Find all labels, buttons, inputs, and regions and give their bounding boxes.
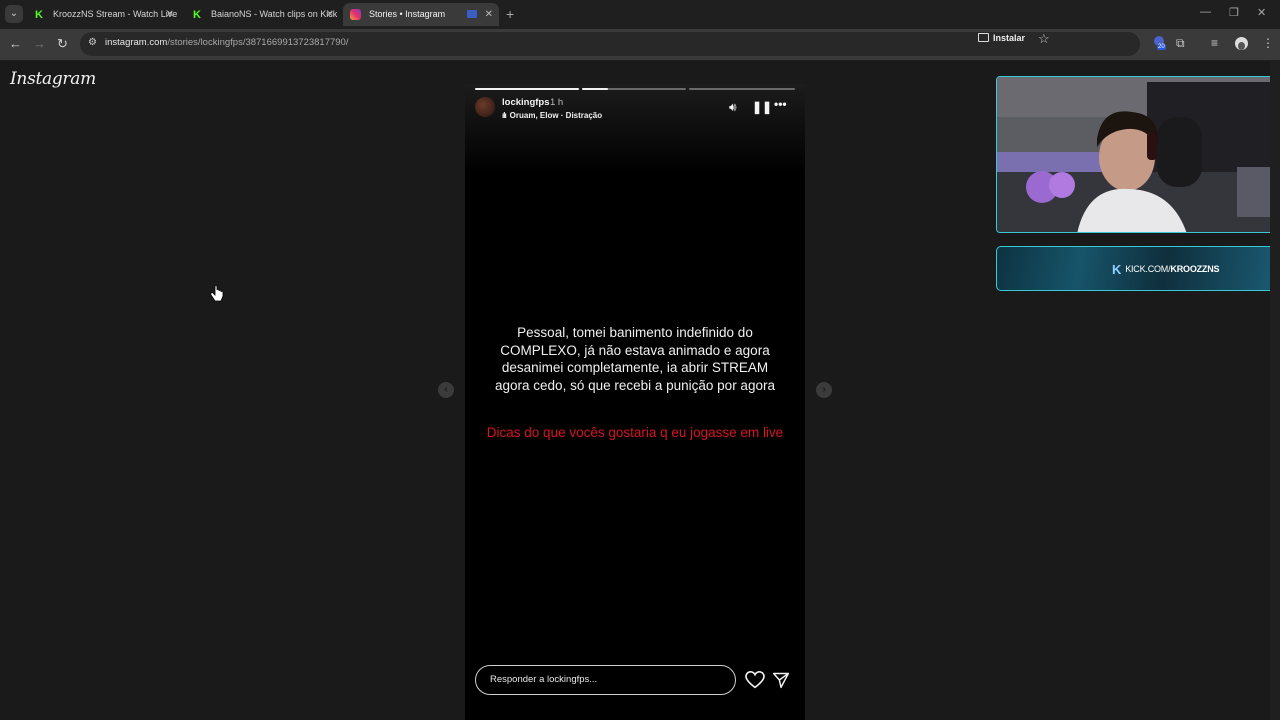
kick-icon	[34, 4, 45, 26]
story-progress-segment	[689, 88, 795, 90]
story-red-text: Dicas do que vocês gostaria q eu jogasse…	[486, 425, 784, 440]
restore-button[interactable]: ❐	[1229, 6, 1239, 19]
story-main-text: Pessoal, tomei banimento indefinido do C…	[495, 325, 775, 393]
story-timestamp: 1 h	[550, 97, 564, 108]
profile-avatar[interactable]	[1235, 37, 1248, 50]
instagram-stories-page: Instagram ‹ › lockingfps 1 h ılı Oruam, E…	[0, 61, 1280, 720]
kick-logo-icon: K	[1112, 262, 1122, 277]
story-viewer[interactable]: lockingfps 1 h ılı Oruam, Elow · Distraçã…	[465, 84, 805, 720]
new-tab-button[interactable]: +	[506, 6, 514, 22]
toolbar: ← → ↻ ⚙ instagram.com/stories/lockingfps…	[0, 29, 1280, 60]
previous-story-button[interactable]: ‹	[438, 382, 454, 398]
picture-in-picture-icon	[467, 10, 477, 18]
story-username[interactable]: lockingfps	[502, 97, 550, 108]
media-controls-icon[interactable]: ≡	[1211, 36, 1218, 50]
install-app-button[interactable]: Instalar	[978, 33, 1025, 43]
minimize-button[interactable]: —	[1200, 6, 1211, 18]
install-icon	[978, 33, 989, 42]
instagram-logo[interactable]: Instagram	[10, 69, 96, 89]
story-progress-segment	[475, 88, 579, 90]
close-tab-icon[interactable]: ✕	[485, 3, 493, 26]
pause-icon[interactable]: ❚❚	[752, 100, 772, 114]
story-author-avatar[interactable]	[475, 97, 495, 117]
reply-input[interactable]: Responder a lockingfps...	[475, 665, 736, 695]
bookmark-star-icon[interactable]: ☆	[1038, 31, 1050, 47]
story-progress-segment	[582, 88, 686, 90]
reload-icon[interactable]: ↻	[57, 36, 68, 52]
tab-title: KroozzNS Stream - Watch Live	[53, 9, 178, 19]
close-window-button[interactable]: ✕	[1257, 6, 1266, 19]
extension-badge-icon[interactable]: 20	[1153, 36, 1167, 52]
tab-title: BaianoNS - Watch clips on Kick	[211, 9, 338, 19]
site-settings-icon[interactable]: ⚙	[88, 37, 97, 48]
tab-stories-instagram[interactable]: Stories • Instagram ✕	[343, 3, 499, 26]
page-scrollbar[interactable]	[1270, 61, 1280, 720]
close-tab-icon[interactable]: ✕	[166, 3, 174, 26]
next-story-button[interactable]: ›	[816, 382, 832, 398]
browser-chrome: ⌄ KroozzNS Stream - Watch Live ✕ BaianoN…	[0, 0, 1280, 61]
hand-cursor-icon	[210, 286, 224, 302]
url-text: instagram.com/stories/lockingfps/3871669…	[105, 37, 349, 48]
send-icon[interactable]	[772, 671, 790, 689]
kick-channel-text: K KICK.COM/KROOZZNS	[1112, 262, 1220, 277]
tab-title: Stories • Instagram	[369, 9, 446, 19]
kick-icon	[192, 4, 203, 26]
story-music[interactable]: ılı Oruam, Elow · Distração	[502, 111, 602, 120]
browser-menu-icon[interactable]: ⋮	[1262, 36, 1274, 50]
heart-icon[interactable]	[745, 671, 765, 689]
instagram-icon	[350, 9, 361, 20]
close-tab-icon[interactable]: ✕	[326, 3, 334, 26]
more-options-icon[interactable]: •••	[774, 97, 787, 111]
forward-icon[interactable]: →	[33, 36, 46, 51]
tab-strip: ⌄ KroozzNS Stream - Watch Live ✕ BaianoN…	[0, 0, 1280, 29]
extensions-puzzle-icon[interactable]: ⧉	[1176, 36, 1185, 51]
sound-icon[interactable]: 🔊︎	[729, 100, 737, 115]
back-icon[interactable]: ←	[9, 36, 22, 51]
tab-search-button[interactable]: ⌄	[5, 5, 23, 23]
tab-baianons-clips[interactable]: BaianoNS - Watch clips on Kick ✕	[185, 3, 340, 26]
music-bars-icon: ılı	[502, 111, 507, 120]
tab-kroozzns-stream[interactable]: KroozzNS Stream - Watch Live ✕	[27, 3, 180, 26]
streamer-webcam	[996, 76, 1276, 233]
webcam-image	[997, 77, 1275, 232]
kick-channel-banner: K KICK.COM/KROOZZNS	[996, 246, 1276, 291]
